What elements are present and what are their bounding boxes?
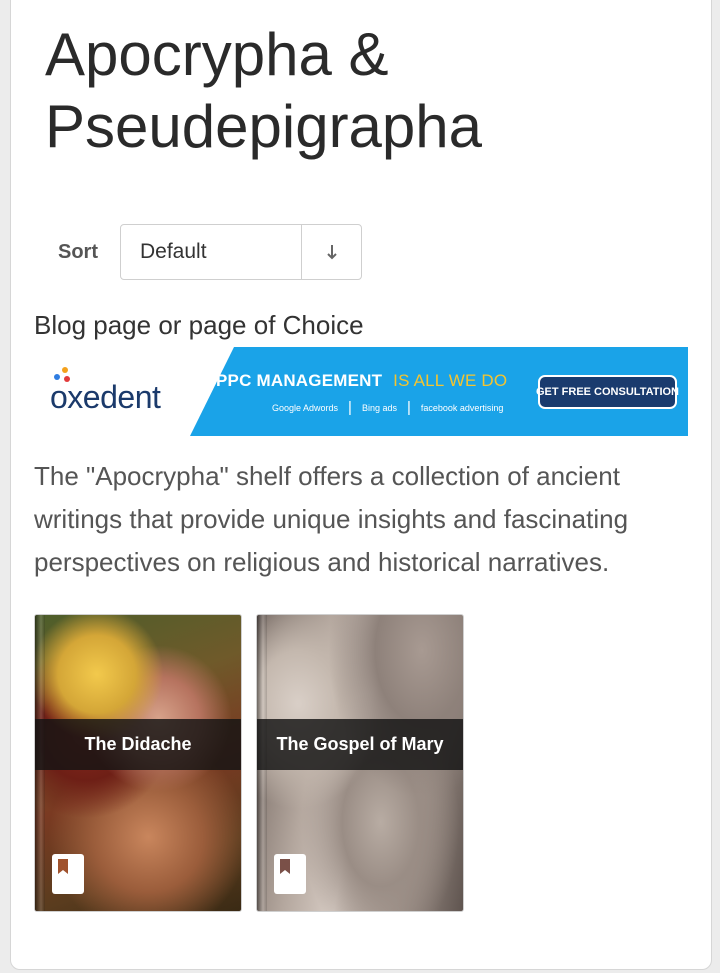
blog-label: Blog page or page of Choice [34, 310, 364, 340]
book-title[interactable]: The Gospel of Mary [257, 719, 463, 770]
page-title: Apocrypha & Pseudepigrapha [45, 19, 695, 163]
book-title[interactable]: The Didache [35, 719, 241, 770]
book-card[interactable]: The Gospel of Mary [256, 614, 464, 912]
page-title-line2: Pseudepigrapha [45, 93, 483, 160]
book-card[interactable]: The Didache [34, 614, 242, 912]
ad-headline: PPC MANAGEMENT IS ALL WE DO [216, 371, 507, 391]
ad-headline-accent: IS ALL WE DO [393, 371, 508, 390]
sort-row: Sort Default [58, 224, 378, 280]
sort-value[interactable]: Default [121, 225, 302, 279]
arrow-down-icon [326, 245, 337, 260]
ad-logo-panel: oxedent [34, 347, 234, 436]
ad-banner[interactable]: oxedent PPC MANAGEMENT IS ALL WE DO Goog… [34, 347, 688, 436]
page-title-line1: Apocrypha & [45, 21, 389, 88]
bookmark-icon [58, 859, 68, 874]
ad-cta-button[interactable]: GET FREE CONSULTATION [536, 375, 679, 409]
shelf-description: The "Apocrypha" shelf offers a collectio… [34, 461, 629, 577]
ad-partners: Google Adwords | Bing ads | facebook adv… [272, 399, 503, 416]
ad-partner-divider: | [348, 399, 352, 416]
ad-brand: oxedent [50, 379, 161, 415]
sort-direction-button[interactable] [302, 225, 361, 279]
google-adwords-logo: Google Adwords [272, 402, 339, 413]
sort-select[interactable]: Default [120, 224, 362, 280]
ad-partner-divider: | [406, 399, 411, 416]
facebook-advertising-logo: facebook advertising [420, 402, 504, 413]
book-list: The Didache The Gospel of Mary [34, 614, 474, 912]
ad-headline-main: PPC MANAGEMENT [216, 371, 383, 390]
bookmark-button[interactable] [274, 854, 306, 894]
bookmark-icon [280, 859, 290, 874]
bookmark-button[interactable] [52, 854, 84, 894]
sort-label: Sort [58, 241, 98, 263]
bing-ads-logo: Bing ads [361, 402, 397, 413]
